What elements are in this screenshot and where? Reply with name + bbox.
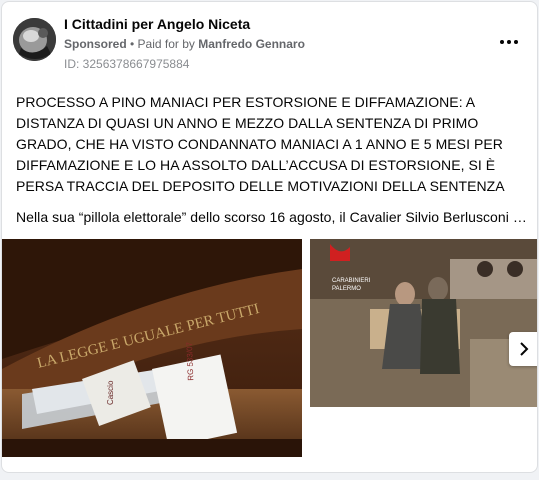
- chevron-right-glyph: [520, 342, 529, 356]
- meta-separator: •: [126, 37, 138, 51]
- ad-id: ID: 3256378667975884: [64, 57, 190, 71]
- page-name-link[interactable]: I Cittadini per Angelo Niceta: [64, 16, 250, 32]
- courtroom-illustration: LA LEGGE E UGUALE PER TUTTI RG 533/07 Ca…: [2, 239, 302, 457]
- sponsorship-line: Sponsored • Paid for by Manfredo Gennaro: [64, 37, 305, 51]
- post-body[interactable]: Nella sua “pillola elettorale” dello sco…: [16, 207, 528, 228]
- paid-for-by-label: Paid for by: [137, 37, 199, 51]
- video-still-illustration: CARABINIERI PALERMO: [310, 239, 537, 407]
- video-overlay-line-1: CARABINIERI: [332, 278, 371, 284]
- image-carousel: LA LEGGE E UGUALE PER TUTTI RG 533/07 Ca…: [2, 239, 537, 458]
- folder-label-1: RG 533/07: [185, 341, 195, 381]
- more-options-icon[interactable]: [496, 32, 522, 52]
- avatar-image: [13, 18, 56, 61]
- payer-name[interactable]: Manfredo Gennaro: [198, 37, 305, 51]
- post-text: PROCESSO A PINO MANIACI PER ESTORSIONE E…: [16, 92, 528, 238]
- sponsored-label: Sponsored: [64, 37, 127, 51]
- carousel-image-video-still[interactable]: CARABINIERI PALERMO: [310, 239, 537, 407]
- carousel-image-courtroom[interactable]: LA LEGGE E UGUALE PER TUTTI RG 533/07 Ca…: [2, 239, 302, 457]
- chevron-right-icon[interactable]: [509, 332, 537, 366]
- video-overlay-line-2: PALERMO: [332, 286, 361, 292]
- sponsored-post-card: I Cittadini per Angelo Niceta Sponsored …: [1, 1, 538, 473]
- page-avatar[interactable]: [13, 18, 56, 61]
- post-headline: PROCESSO A PINO MANIACI PER ESTORSIONE E…: [16, 94, 505, 194]
- folder-label-2: Cascio: [106, 380, 115, 405]
